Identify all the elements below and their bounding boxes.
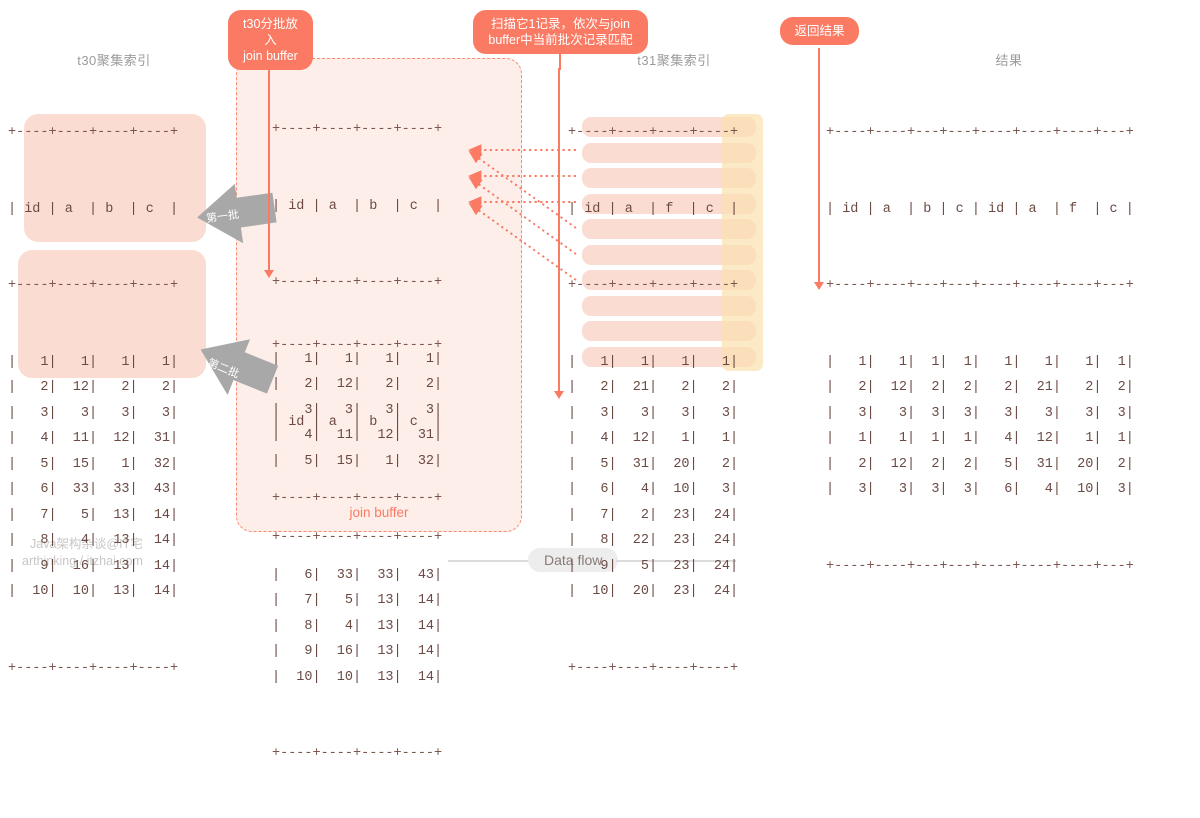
table-jb2-body: +----+----+----+----+ | id | a | b | c |… [272,282,472,818]
table-jb2-bottom-rule: +----+----+----+----+ [272,746,443,761]
table-t31-body: +----+----+----+----+ | id | a | f | c |… [568,69,780,732]
table-t31-top-rule: +----+----+----+----+ [568,125,739,140]
table-t30-title: t30聚集索引 [77,53,151,68]
table-jb2-rows: | 6| 33| 33| 43| | 7| 5| 13| 14| | 8| 4|… [272,567,443,685]
callout-scan-match-line2: buffer中当前批次记录匹配 [488,33,633,47]
table-result-mid-rule: +----+----+---+---+----+----+----+---+ [826,278,1134,293]
callout-scan-match-stem [559,52,561,70]
table-t30-rows: | 1| 1| 1| 1| | 2| 12| 2| 2| | 3| 3| 3| … [8,354,179,600]
table-t31-rows: | 1| 1| 1| 1| | 2| 21| 2| 2| | 3| 3| 3| … [568,354,739,600]
callout-t30-batch-line1: t30分批放入 [243,17,298,47]
table-jb2-header: | id | a | b | c | [272,414,443,430]
table-t30-top-rule: +----+----+----+----+ [8,125,179,140]
t31-scan-arrow-line [558,68,561,393]
callout-return-result-line1: 返回结果 [794,24,845,38]
result-feed-arrow-head [814,282,824,290]
table-result-bottom-rule: +----+----+---+---+----+----+----+---+ [826,558,1134,574]
callout-return-result-stem [818,48,820,70]
table-t30-bottom-rule: +----+----+----+----+ [8,660,179,676]
join-buffer-label: join buffer [349,505,409,520]
table-join-buffer-batch2: +----+----+----+----+ | id | a | b | c |… [272,282,472,818]
table-jb1-header: | id | a | b | c | [272,198,443,214]
table-t30: t30聚集索引 +----+----+----+----+ | id | a |… [8,50,220,732]
table-result-rows: | 1| 1| 1| 1| 1| 1| 1| 1| | 2| 12| 2| 2|… [826,354,1134,498]
table-jb2-top-rule: +----+----+----+----+ [272,338,443,353]
callout-t30-batch: t30分批放入 join buffer [228,10,313,70]
jb-feed-arrow-head [264,270,274,278]
jb-feed-arrow-line [268,68,271,272]
table-t31: t31聚集索引 +----+----+----+----+ | id | a |… [568,50,780,732]
table-result-top-rule: +----+----+---+---+----+----+----+---+ [826,125,1134,140]
table-result-header: | id | a | b | c | id | a | f | c | [826,201,1134,217]
table-t31-header: | id | a | f | c | [568,201,739,217]
table-jb1-top-rule: +----+----+----+----+ [272,122,443,137]
callout-scan-match: 扫描它1记录，依次与join buffer中当前批次记录匹配 [473,10,648,54]
table-t31-mid-rule: +----+----+----+----+ [568,278,739,293]
table-t30-header: | id | a | b | c | [8,201,179,217]
callout-scan-match-line1: 扫描它1记录，依次与join [491,17,630,31]
table-result: 结果 +----+----+---+---+----+----+----+---… [826,50,1192,630]
table-t30-body: +----+----+----+----+ | id | a | b | c |… [8,69,220,732]
callout-t30-batch-line2: join buffer [243,49,298,63]
table-t30-mid-rule: +----+----+----+----+ [8,278,179,293]
table-t31-bottom-rule: +----+----+----+----+ [568,660,739,676]
callout-return-result: 返回结果 [780,17,859,45]
result-feed-arrow-line [818,68,821,284]
table-result-title: 结果 [995,53,1023,68]
table-result-body: +----+----+---+---+----+----+----+---+ |… [826,69,1192,630]
t31-scan-arrow-head [554,391,564,399]
